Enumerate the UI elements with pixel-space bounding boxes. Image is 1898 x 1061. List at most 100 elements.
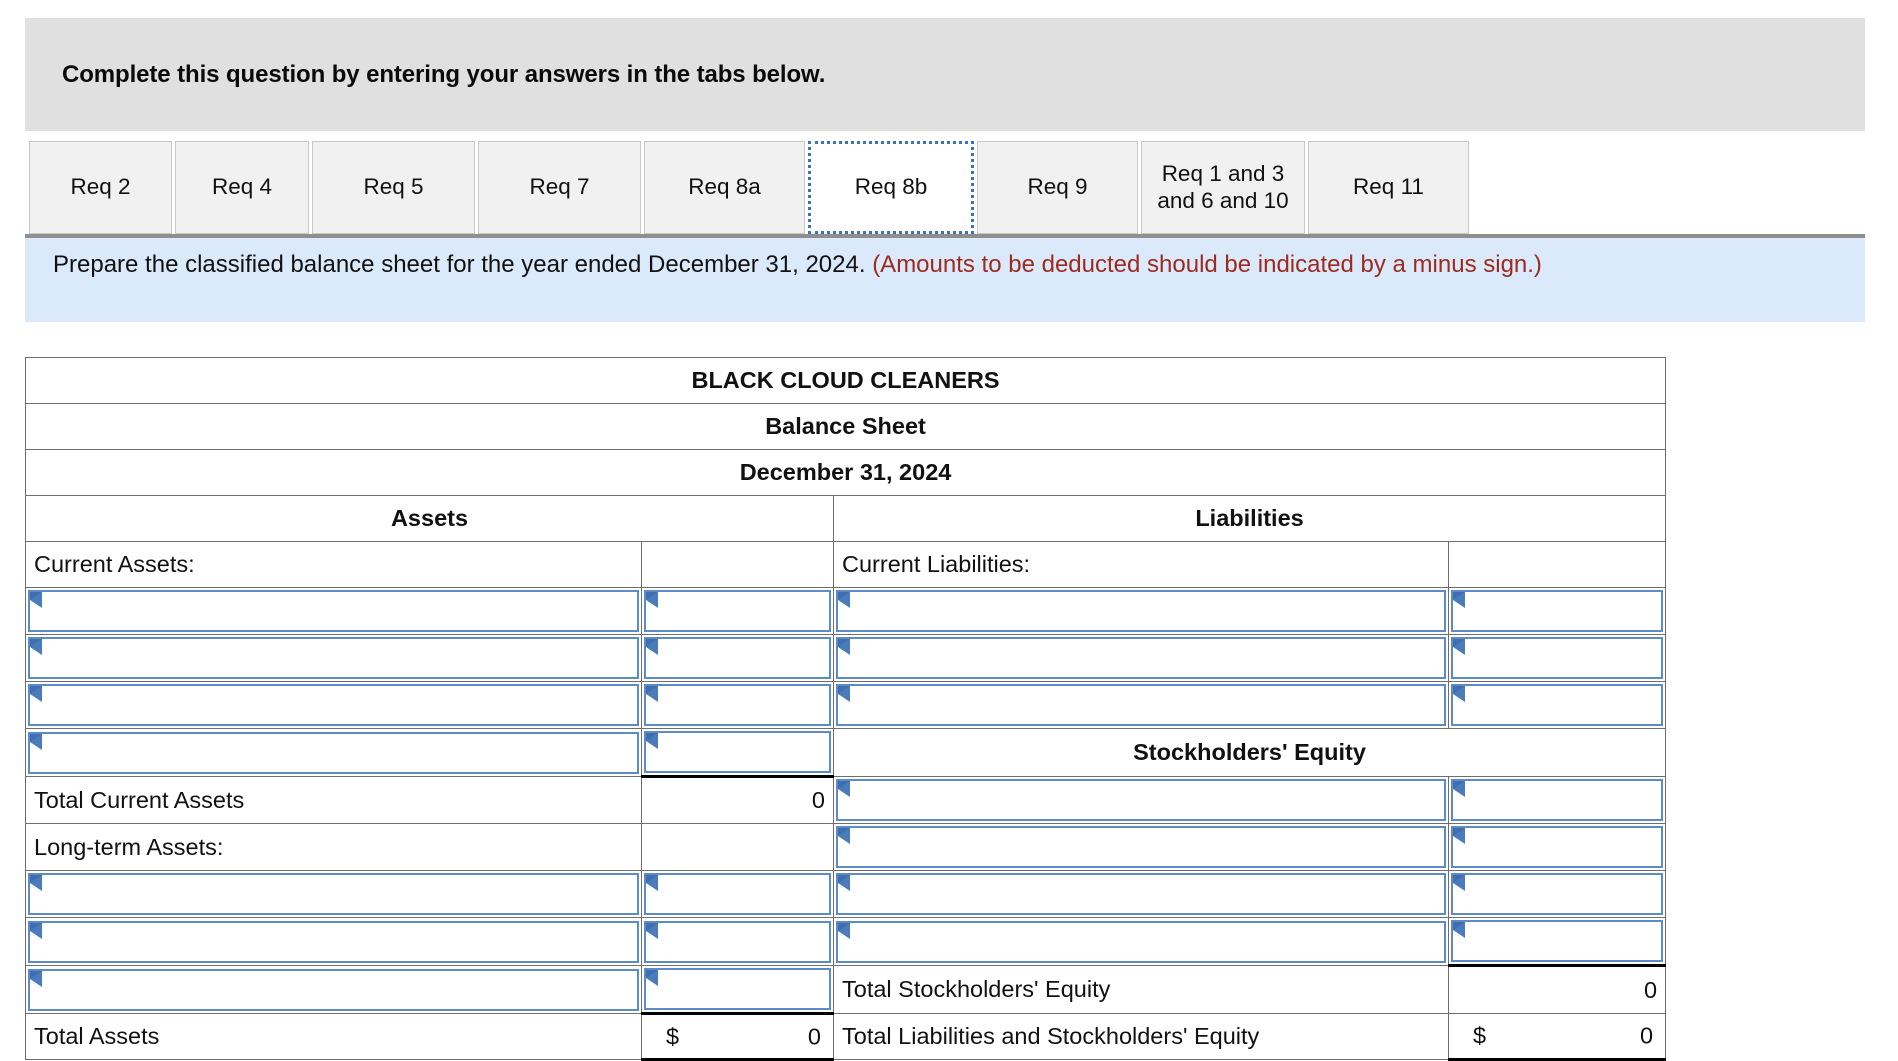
longterm-amount-input-3[interactable] bbox=[644, 968, 831, 1010]
current-assets-amount-blank bbox=[641, 541, 834, 588]
equity-amount-cell-3[interactable] bbox=[1447, 870, 1667, 918]
total-stockholders-equity-label: Total Stockholders' Equity bbox=[833, 965, 1449, 1014]
total-stockholders-equity-value: 0 bbox=[1447, 965, 1667, 1014]
long-term-assets-label: Long-term Assets: bbox=[25, 823, 642, 871]
balance-sheet-table: BLACK CLOUD CLEANERS Balance Sheet Decem… bbox=[24, 357, 1667, 1061]
longterm-account-input-3[interactable] bbox=[28, 968, 639, 1011]
longterm-account-cell-1[interactable] bbox=[25, 870, 642, 918]
liability-amount-input-1[interactable] bbox=[1451, 590, 1664, 632]
total-current-assets-value: 0 bbox=[641, 776, 834, 824]
company-name: BLACK CLOUD CLEANERS bbox=[24, 357, 1667, 404]
equity-amount-input-4[interactable] bbox=[1451, 920, 1664, 962]
tab-req-4[interactable]: Req 4 bbox=[175, 141, 309, 234]
tab-label: Req 7 bbox=[529, 174, 590, 200]
instruction-banner-text: Complete this question by entering your … bbox=[62, 60, 826, 88]
instruction-banner: Complete this question by entering your … bbox=[25, 18, 1865, 131]
equity-account-input-1[interactable] bbox=[836, 779, 1446, 821]
tab-label: Req 9 bbox=[1027, 174, 1088, 200]
liability-account-cell-1[interactable] bbox=[833, 587, 1449, 635]
asset-account-cell-4[interactable] bbox=[25, 728, 642, 777]
asset-amount-input-2[interactable] bbox=[644, 637, 831, 679]
longterm-account-cell-2[interactable] bbox=[25, 917, 642, 966]
asset-amount-input-4[interactable] bbox=[644, 731, 831, 773]
asset-amount-cell-2[interactable] bbox=[641, 634, 834, 682]
equity-account-input-2[interactable] bbox=[836, 826, 1446, 868]
longterm-amount-cell-3[interactable] bbox=[641, 965, 834, 1015]
tab-req-8b[interactable]: Req 8b bbox=[808, 141, 974, 234]
longterm-account-input-2[interactable] bbox=[28, 920, 639, 963]
tab-label: Req 11 bbox=[1353, 174, 1424, 200]
table-row-grand-totals: Total Assets $ 0 Total Liabilities and S… bbox=[25, 1013, 1667, 1061]
equity-account-cell-4[interactable] bbox=[833, 917, 1449, 966]
asset-amount-cell-3[interactable] bbox=[641, 681, 834, 729]
tab-req-1-3-6-10[interactable]: Req 1 and 3 and 6 and 10 bbox=[1141, 141, 1305, 234]
total-liabilities-and-equity-value-cell: $ 0 bbox=[1447, 1013, 1667, 1061]
table-row-section-headers: Assets Liabilities bbox=[25, 495, 1667, 542]
tab-req-8a[interactable]: Req 8a bbox=[644, 141, 805, 234]
asset-account-input-1[interactable] bbox=[28, 590, 639, 632]
table-row bbox=[25, 587, 1667, 635]
liability-amount-input-3[interactable] bbox=[1451, 684, 1664, 726]
equity-amount-cell-1[interactable] bbox=[1447, 776, 1667, 824]
tab-label: Req 1 and 3 and 6 and 10 bbox=[1157, 160, 1289, 213]
equity-amount-cell-4[interactable] bbox=[1447, 917, 1667, 967]
liability-account-cell-3[interactable] bbox=[833, 681, 1449, 729]
longterm-account-cell-3[interactable] bbox=[25, 965, 642, 1014]
equity-account-input-4[interactable] bbox=[836, 920, 1446, 963]
longterm-amount-input-1[interactable] bbox=[644, 873, 831, 915]
tab-label: Req 4 bbox=[211, 174, 273, 200]
table-row-date: December 31, 2024 bbox=[24, 449, 1667, 496]
equity-account-cell-2[interactable] bbox=[833, 823, 1449, 871]
equity-amount-input-1[interactable] bbox=[1451, 779, 1664, 821]
equity-account-cell-3[interactable] bbox=[833, 870, 1449, 918]
asset-account-input-3[interactable] bbox=[28, 684, 639, 726]
liability-amount-cell-2[interactable] bbox=[1447, 634, 1667, 682]
statement-date: December 31, 2024 bbox=[24, 449, 1667, 496]
tab-req-5[interactable]: Req 5 bbox=[312, 141, 475, 234]
liability-amount-cell-3[interactable] bbox=[1447, 681, 1667, 729]
current-liabilities-amount-blank bbox=[1447, 541, 1667, 588]
table-row bbox=[25, 917, 1667, 967]
statement-name: Balance Sheet bbox=[24, 403, 1667, 450]
tab-req-9[interactable]: Req 9 bbox=[977, 141, 1138, 234]
liability-account-cell-2[interactable] bbox=[833, 634, 1449, 682]
asset-account-input-4[interactable] bbox=[28, 731, 639, 774]
longterm-account-input-1[interactable] bbox=[28, 873, 639, 915]
tab-req-11[interactable]: Req 11 bbox=[1308, 141, 1469, 234]
equity-amount-input-2[interactable] bbox=[1451, 826, 1664, 868]
tab-req-7[interactable]: Req 7 bbox=[478, 141, 641, 234]
tab-label: Req 2 bbox=[70, 174, 131, 200]
total-liab-equity-currency-symbol: $ bbox=[1473, 1022, 1487, 1049]
equity-amount-cell-2[interactable] bbox=[1447, 823, 1667, 871]
total-assets-label: Total Assets bbox=[25, 1013, 642, 1060]
total-liab-equity-value: 0 bbox=[1639, 1022, 1654, 1049]
requirement-main-text: Prepare the classified balance sheet for… bbox=[53, 251, 866, 278]
equity-account-input-3[interactable] bbox=[836, 873, 1446, 915]
table-row-company: BLACK CLOUD CLEANERS bbox=[24, 357, 1667, 404]
liability-account-input-2[interactable] bbox=[836, 637, 1446, 679]
longterm-amount-cell-2[interactable] bbox=[641, 917, 834, 966]
asset-account-cell-3[interactable] bbox=[25, 681, 642, 729]
asset-account-input-2[interactable] bbox=[28, 637, 639, 679]
total-assets-value: 0 bbox=[807, 1023, 821, 1049]
asset-account-cell-1[interactable] bbox=[25, 587, 642, 635]
current-liabilities-label: Current Liabilities: bbox=[833, 541, 1449, 588]
requirement-note-text: (Amounts to be deducted should be indica… bbox=[872, 251, 1542, 278]
equity-amount-input-3[interactable] bbox=[1451, 873, 1664, 915]
asset-amount-input-1[interactable] bbox=[644, 590, 831, 632]
asset-amount-input-3[interactable] bbox=[644, 684, 831, 726]
liability-account-input-3[interactable] bbox=[836, 684, 1446, 726]
asset-account-cell-2[interactable] bbox=[25, 634, 642, 682]
liability-amount-input-2[interactable] bbox=[1451, 637, 1664, 679]
total-assets-currency-symbol: $ bbox=[666, 1023, 680, 1049]
tab-req-2[interactable]: Req 2 bbox=[29, 141, 172, 234]
liability-amount-cell-1[interactable] bbox=[1447, 587, 1667, 635]
total-current-assets-label: Total Current Assets bbox=[25, 776, 642, 824]
liability-account-input-1[interactable] bbox=[836, 590, 1446, 632]
asset-amount-cell-4[interactable] bbox=[641, 728, 834, 778]
requirement-tabs[interactable]: Req 2 Req 4 Req 5 Req 7 Req 8a Req 8b Re… bbox=[29, 141, 1472, 238]
equity-account-cell-1[interactable] bbox=[833, 776, 1449, 824]
longterm-amount-cell-1[interactable] bbox=[641, 870, 834, 918]
longterm-amount-input-2[interactable] bbox=[644, 920, 831, 963]
asset-amount-cell-1[interactable] bbox=[641, 587, 834, 635]
